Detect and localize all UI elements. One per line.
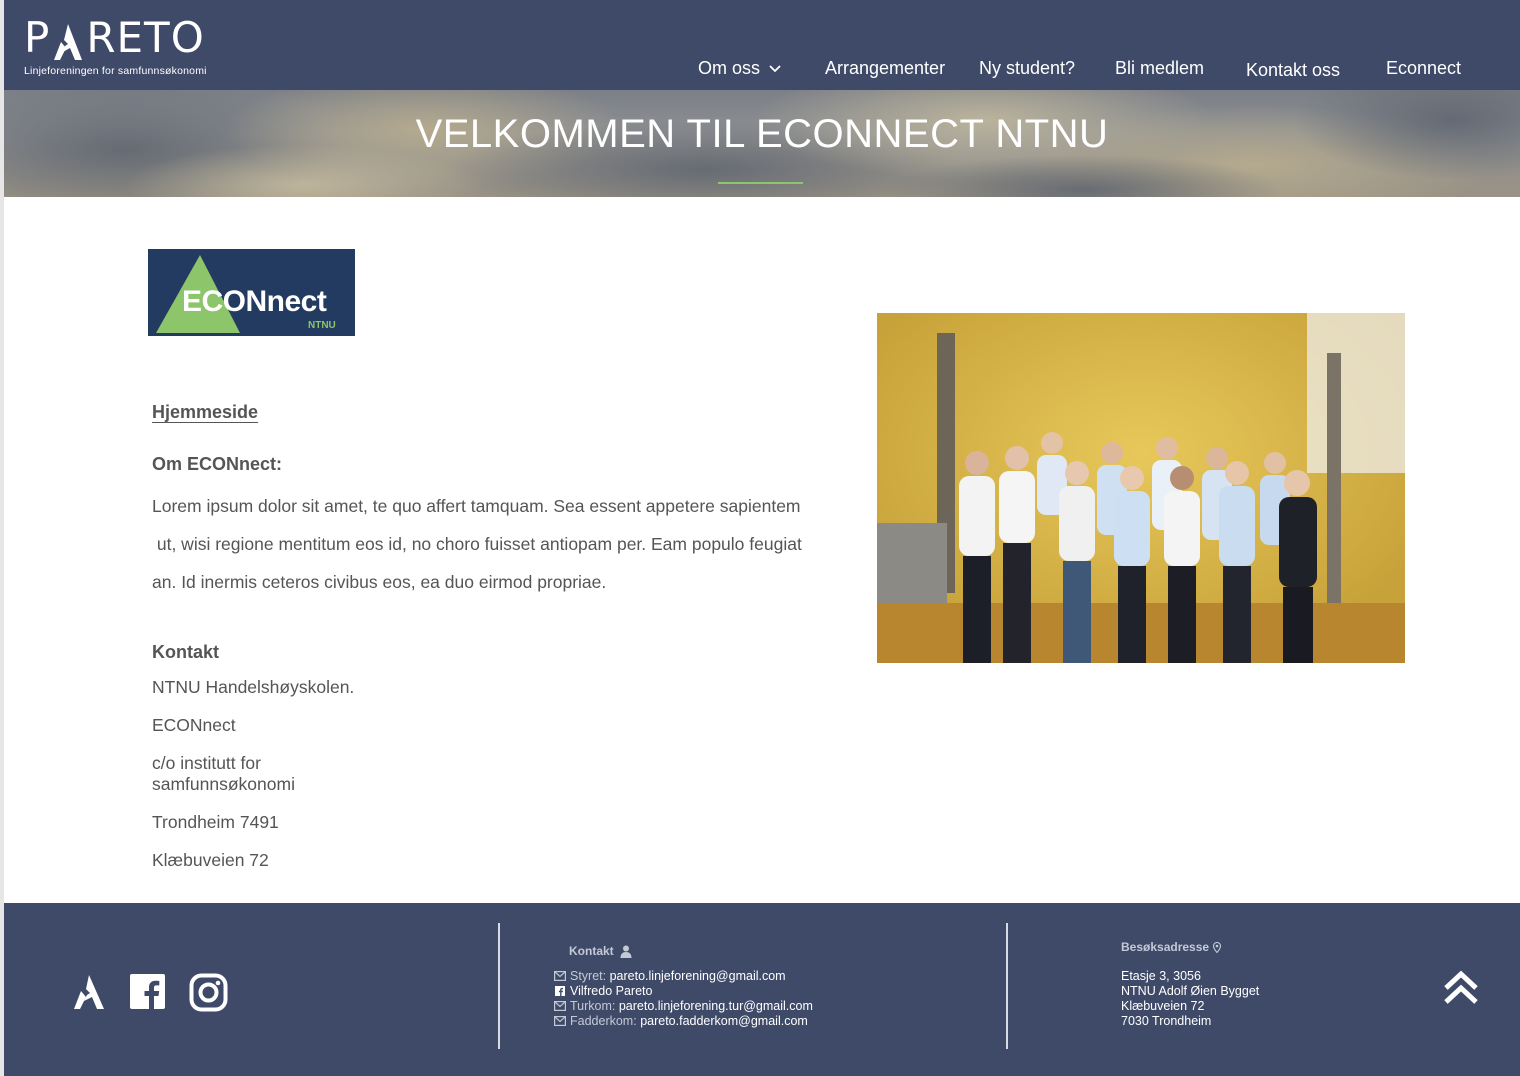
footer-contact-value: pareto.fadderkom@gmail.com (640, 1014, 808, 1028)
facebook-small-icon (555, 986, 565, 996)
main-nav: Om oss Arrangementer Ny student? Bli med… (4, 58, 1520, 84)
logo-letter-p: P (24, 13, 51, 62)
footer-address-line: Etasje 3, 3056 (1121, 969, 1201, 983)
footer-contact-label: Styret: (570, 969, 607, 983)
footer-contact-fadderkom[interactable]: Fadderkom: pareto.fadderkom@gmail.com (554, 1014, 808, 1028)
mail-icon (554, 971, 566, 981)
nav-kontakt-oss-label: Kontakt oss (1246, 60, 1341, 80)
about-heading: Om ECONnect: (152, 454, 283, 474)
contact-heading: Kontakt (152, 642, 219, 662)
pareto-logo-icon[interactable] (72, 973, 106, 1011)
logo-letters-reto: RETO (86, 13, 205, 62)
footer-address-heading-label: Besøksadresse (1121, 940, 1210, 954)
footer-contact-label: Turkom: (570, 999, 616, 1013)
footer-contact-value: Vilfredo Pareto (570, 984, 653, 998)
about-line: Lorem ipsum dolor sit amet, te quo affer… (152, 496, 801, 516)
about-line: an. Id inermis ceteros civibus eos, ea d… (152, 572, 607, 592)
nav-om-oss[interactable]: Om oss (698, 58, 782, 79)
chevron-down-icon (769, 64, 781, 72)
mail-icon (554, 1001, 566, 1011)
footer-divider (1006, 923, 1008, 1049)
hero-title: VELKOMMEN TIL ECONNECT NTNU (415, 112, 1109, 156)
nav-econnect-label: Econnect (1386, 58, 1462, 78)
contact-line: Klæbuveien 72 (152, 850, 269, 870)
econnect-logo-text: ECONnect (182, 285, 327, 318)
contact-line: ECONnect (152, 715, 236, 735)
footer-contact-styret[interactable]: Styret: pareto.linjeforening@gmail.com (554, 969, 786, 983)
contact-line: samfunnsøkonomi (152, 774, 295, 794)
nav-arrangementer[interactable]: Arrangementer (825, 58, 945, 79)
footer-contact-label: Fadderkom: (570, 1014, 637, 1028)
about-paragraph: Lorem ipsum dolor sit amet, te quo affer… (152, 487, 832, 601)
hero-banner: VELKOMMEN TIL ECONNECT NTNU (4, 90, 1520, 197)
footer-contact-facebook[interactable]: Vilfredo Pareto (554, 984, 652, 998)
footer-address-heading: Besøksadresse (1121, 940, 1222, 954)
footer-contact-value: pareto.linjeforening@gmail.com (609, 969, 786, 983)
footer-address-line: Klæbuveien 72 (1121, 999, 1205, 1013)
footer-contact-heading: Kontakt (569, 944, 632, 958)
contact-line: NTNU Handelshøyskolen. (152, 677, 355, 697)
person-icon (620, 945, 632, 958)
group-photo (877, 313, 1405, 663)
nav-econnect[interactable]: Econnect (1386, 58, 1461, 79)
econnect-logo: ECONnect NTNU (148, 249, 355, 336)
nav-kontakt-oss[interactable]: Kontakt oss (1246, 60, 1340, 81)
homepage-link[interactable]: Hjemmeside (152, 402, 258, 423)
nav-arrangementer-label: Arrangementer (825, 58, 946, 78)
facebook-icon[interactable] (130, 974, 165, 1009)
group-photo-image (877, 313, 1405, 663)
instagram-icon[interactable] (189, 973, 228, 1012)
nav-ny-student[interactable]: Ny student? (979, 58, 1075, 79)
footer-contact-heading-label: Kontakt (569, 944, 614, 958)
hero-underline (718, 182, 803, 184)
site-header: P RETO Linjeforeningen for samfunnsøkono… (4, 0, 1520, 90)
footer-contact-turkom[interactable]: Turkom: pareto.linjeforening.tur@gmail.c… (554, 999, 813, 1013)
scroll-to-top-icon[interactable] (1442, 970, 1480, 1006)
mail-icon (554, 1016, 566, 1026)
nav-bli-medlem-label: Bli medlem (1115, 58, 1205, 78)
footer-address-line: NTNU Adolf Øien Bygget (1121, 984, 1260, 998)
about-line: ut, wisi regione mentitum eos id, no cho… (152, 534, 802, 554)
footer-address-line: 7030 Trondheim (1121, 1014, 1212, 1028)
nav-bli-medlem[interactable]: Bli medlem (1115, 58, 1204, 79)
nav-ny-student-label: Ny student? (979, 58, 1076, 78)
footer-contact-value: pareto.linjeforening.tur@gmail.com (618, 999, 813, 1013)
pareto-a-icon (54, 24, 83, 60)
site-footer: Kontakt Styret: pareto.linjeforening@gma… (4, 903, 1520, 1076)
footer-divider (498, 923, 500, 1049)
contact-line: Trondheim 7491 (152, 812, 279, 832)
contact-line: c/o institutt for (152, 753, 261, 773)
nav-om-oss-label: Om oss (698, 58, 761, 78)
logo-wordmark: P RETO (24, 14, 207, 62)
econnect-logo-ntnu: NTNU (308, 320, 336, 331)
map-pin-icon (1213, 941, 1222, 953)
